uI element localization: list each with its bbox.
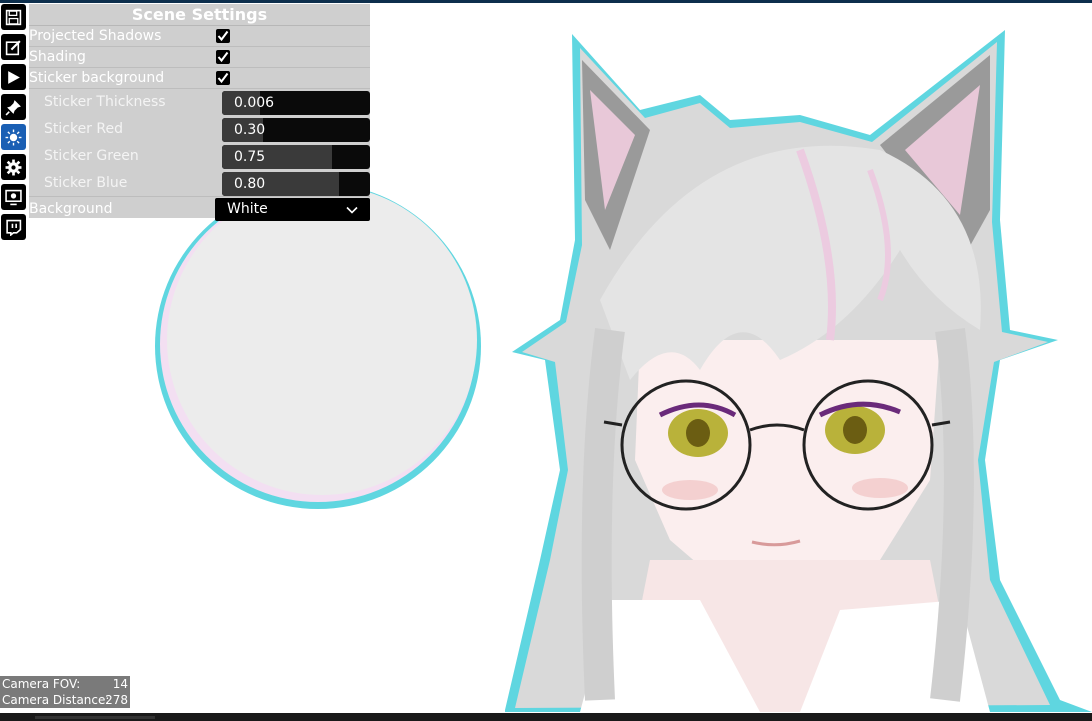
camera-info: Camera FOV: 14 Camera Distance: 278 xyxy=(0,676,130,708)
sticker-green-row: Sticker Green 0.75 xyxy=(29,143,370,170)
save-button[interactable] xyxy=(1,4,26,30)
avatar-model xyxy=(505,30,1092,712)
edit-icon xyxy=(5,39,21,55)
projected-shadows-row: Projected Shadows xyxy=(29,26,370,47)
camera-fov-value: 14 xyxy=(112,677,128,691)
sticker-green-label: Sticker Green xyxy=(44,148,139,164)
edit-button[interactable] xyxy=(1,34,26,60)
taskbar-strip xyxy=(0,713,1092,721)
pin-button[interactable] xyxy=(1,94,26,120)
background-label: Background xyxy=(29,201,113,217)
camera-fov-label: Camera FOV: xyxy=(2,677,81,691)
checkmark-icon xyxy=(217,30,229,42)
twitch-icon xyxy=(6,219,22,236)
save-icon xyxy=(5,9,22,25)
panel-title: Scene Settings xyxy=(29,4,370,26)
sticker-thickness-row: Sticker Thickness 0.006 xyxy=(29,89,370,116)
display-settings-icon xyxy=(5,189,22,205)
projected-shadows-label: Projected Shadows xyxy=(29,28,162,44)
sticker-thickness-value: 0.006 xyxy=(234,95,275,111)
sticker-green-slider[interactable]: 0.75 xyxy=(222,145,370,169)
background-row: Background White xyxy=(29,197,370,221)
sun-icon xyxy=(5,129,22,145)
scene-settings-button[interactable] xyxy=(1,124,26,150)
sticker-red-row: Sticker Red 0.30 xyxy=(29,116,370,143)
chevron-down-icon xyxy=(346,206,358,214)
sticker-blue-slider[interactable]: 0.80 xyxy=(222,172,370,196)
sticker-blue-value: 0.80 xyxy=(234,176,266,192)
shading-label: Shading xyxy=(29,49,86,65)
scene-settings-panel: Scene Settings Projected Shadows Shading… xyxy=(29,4,370,221)
gear-icon xyxy=(5,159,22,175)
checkmark-icon xyxy=(217,72,229,84)
sticker-background-label: Sticker background xyxy=(29,70,165,86)
sticker-background-row: Sticker background xyxy=(29,68,370,89)
settings-button[interactable] xyxy=(1,154,26,180)
taskbar-segment xyxy=(35,716,155,719)
shading-checkbox[interactable] xyxy=(216,50,230,64)
sticker-blue-label: Sticker Blue xyxy=(44,175,128,191)
camera-distance-value: 278 xyxy=(105,693,128,707)
play-icon xyxy=(8,70,20,84)
sticker-red-value: 0.30 xyxy=(234,122,266,138)
camera-distance-row: Camera Distance: 278 xyxy=(0,692,130,708)
background-select-value: White xyxy=(227,201,268,217)
pin-icon xyxy=(5,99,21,116)
sticker-red-label: Sticker Red xyxy=(44,121,123,137)
sphere-model xyxy=(155,183,481,509)
sticker-thickness-slider[interactable]: 0.006 xyxy=(222,91,370,115)
shading-row: Shading xyxy=(29,47,370,68)
twitch-button[interactable] xyxy=(1,214,26,240)
play-button[interactable] xyxy=(1,64,26,90)
sticker-red-slider[interactable]: 0.30 xyxy=(222,118,370,142)
side-toolbar xyxy=(0,4,27,244)
display-settings-button[interactable] xyxy=(1,184,26,210)
background-select[interactable]: White xyxy=(215,198,370,221)
camera-distance-label: Camera Distance: xyxy=(2,693,110,707)
sticker-blue-row: Sticker Blue 0.80 xyxy=(29,170,370,197)
checkmark-icon xyxy=(217,51,229,63)
sticker-thickness-label: Sticker Thickness xyxy=(44,94,166,110)
sticker-green-value: 0.75 xyxy=(234,149,266,165)
camera-fov-row: Camera FOV: 14 xyxy=(0,676,130,692)
projected-shadows-checkbox[interactable] xyxy=(216,29,230,43)
sticker-background-checkbox[interactable] xyxy=(216,71,230,85)
